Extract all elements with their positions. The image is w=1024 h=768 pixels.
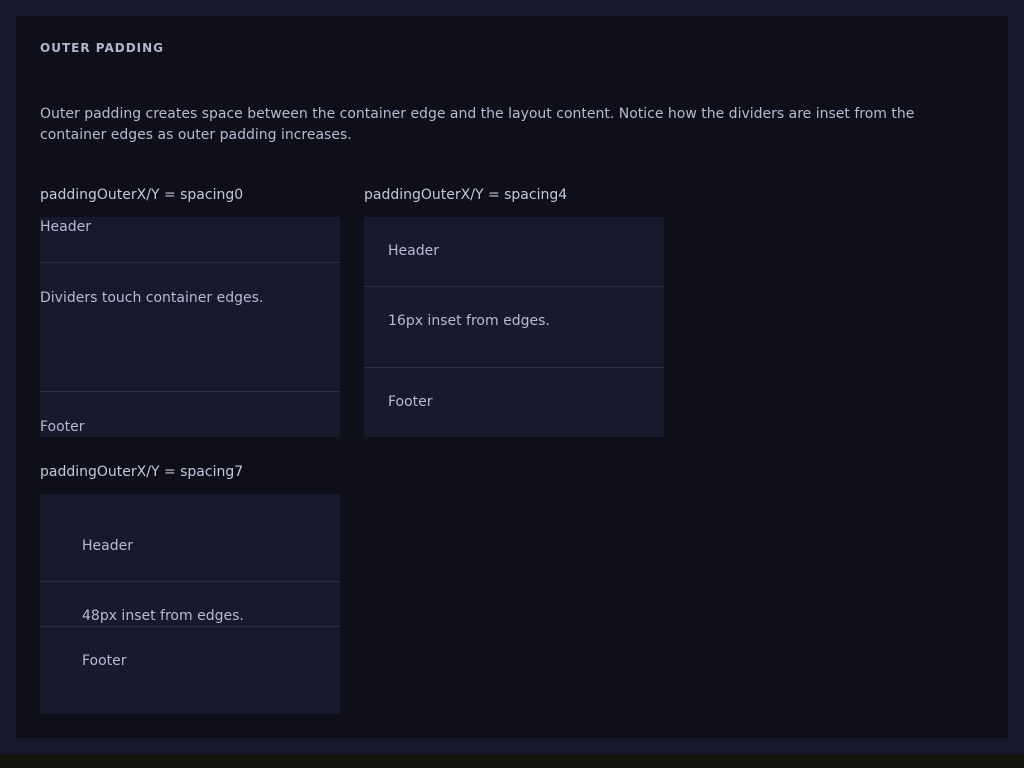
- example-label-spacing7: paddingOuterX/Y = spacing7: [40, 464, 244, 480]
- body-text: 16px inset from edges.: [388, 313, 550, 329]
- example-label-spacing4: paddingOuterX/Y = spacing4: [364, 187, 568, 203]
- section-description: Outer padding creates space between the …: [40, 106, 915, 143]
- layout-footer: Footer: [364, 368, 664, 421]
- layout-header: Header: [364, 233, 664, 286]
- layout-body: 16px inset from edges.: [364, 287, 664, 367]
- layout-body: Dividers touch container edges.: [40, 263, 340, 391]
- example-label-spacing0: paddingOuterX/Y = spacing0: [40, 187, 244, 203]
- footer-text: Footer: [82, 653, 127, 669]
- footer-text: Footer: [388, 394, 433, 410]
- footer-text: Footer: [40, 419, 85, 435]
- header-text: Header: [40, 219, 91, 235]
- outer-padding-panel: OUTER PADDING Outer padding creates spac…: [16, 16, 1008, 738]
- body-text: Dividers touch container edges.: [40, 290, 264, 306]
- layout-footer: Footer: [40, 627, 340, 690]
- layout-demo-spacing0: Header Dividers touch container edges. F…: [40, 217, 340, 437]
- header-text: Header: [388, 243, 439, 259]
- layout-header: Header: [40, 518, 340, 581]
- layout-header: Header: [40, 217, 340, 262]
- section-title: OUTER PADDING: [40, 41, 165, 55]
- layout-body: 48px inset from edges.: [40, 582, 340, 626]
- header-text: Header: [82, 538, 133, 554]
- bottom-strip: [0, 754, 1024, 768]
- layout-demo-spacing7: Header 48px inset from edges. Footer: [40, 494, 340, 714]
- body-text: 48px inset from edges.: [82, 608, 244, 624]
- layout-footer: Footer: [40, 392, 340, 437]
- layout-demo-spacing4: Header 16px inset from edges. Footer: [364, 217, 664, 437]
